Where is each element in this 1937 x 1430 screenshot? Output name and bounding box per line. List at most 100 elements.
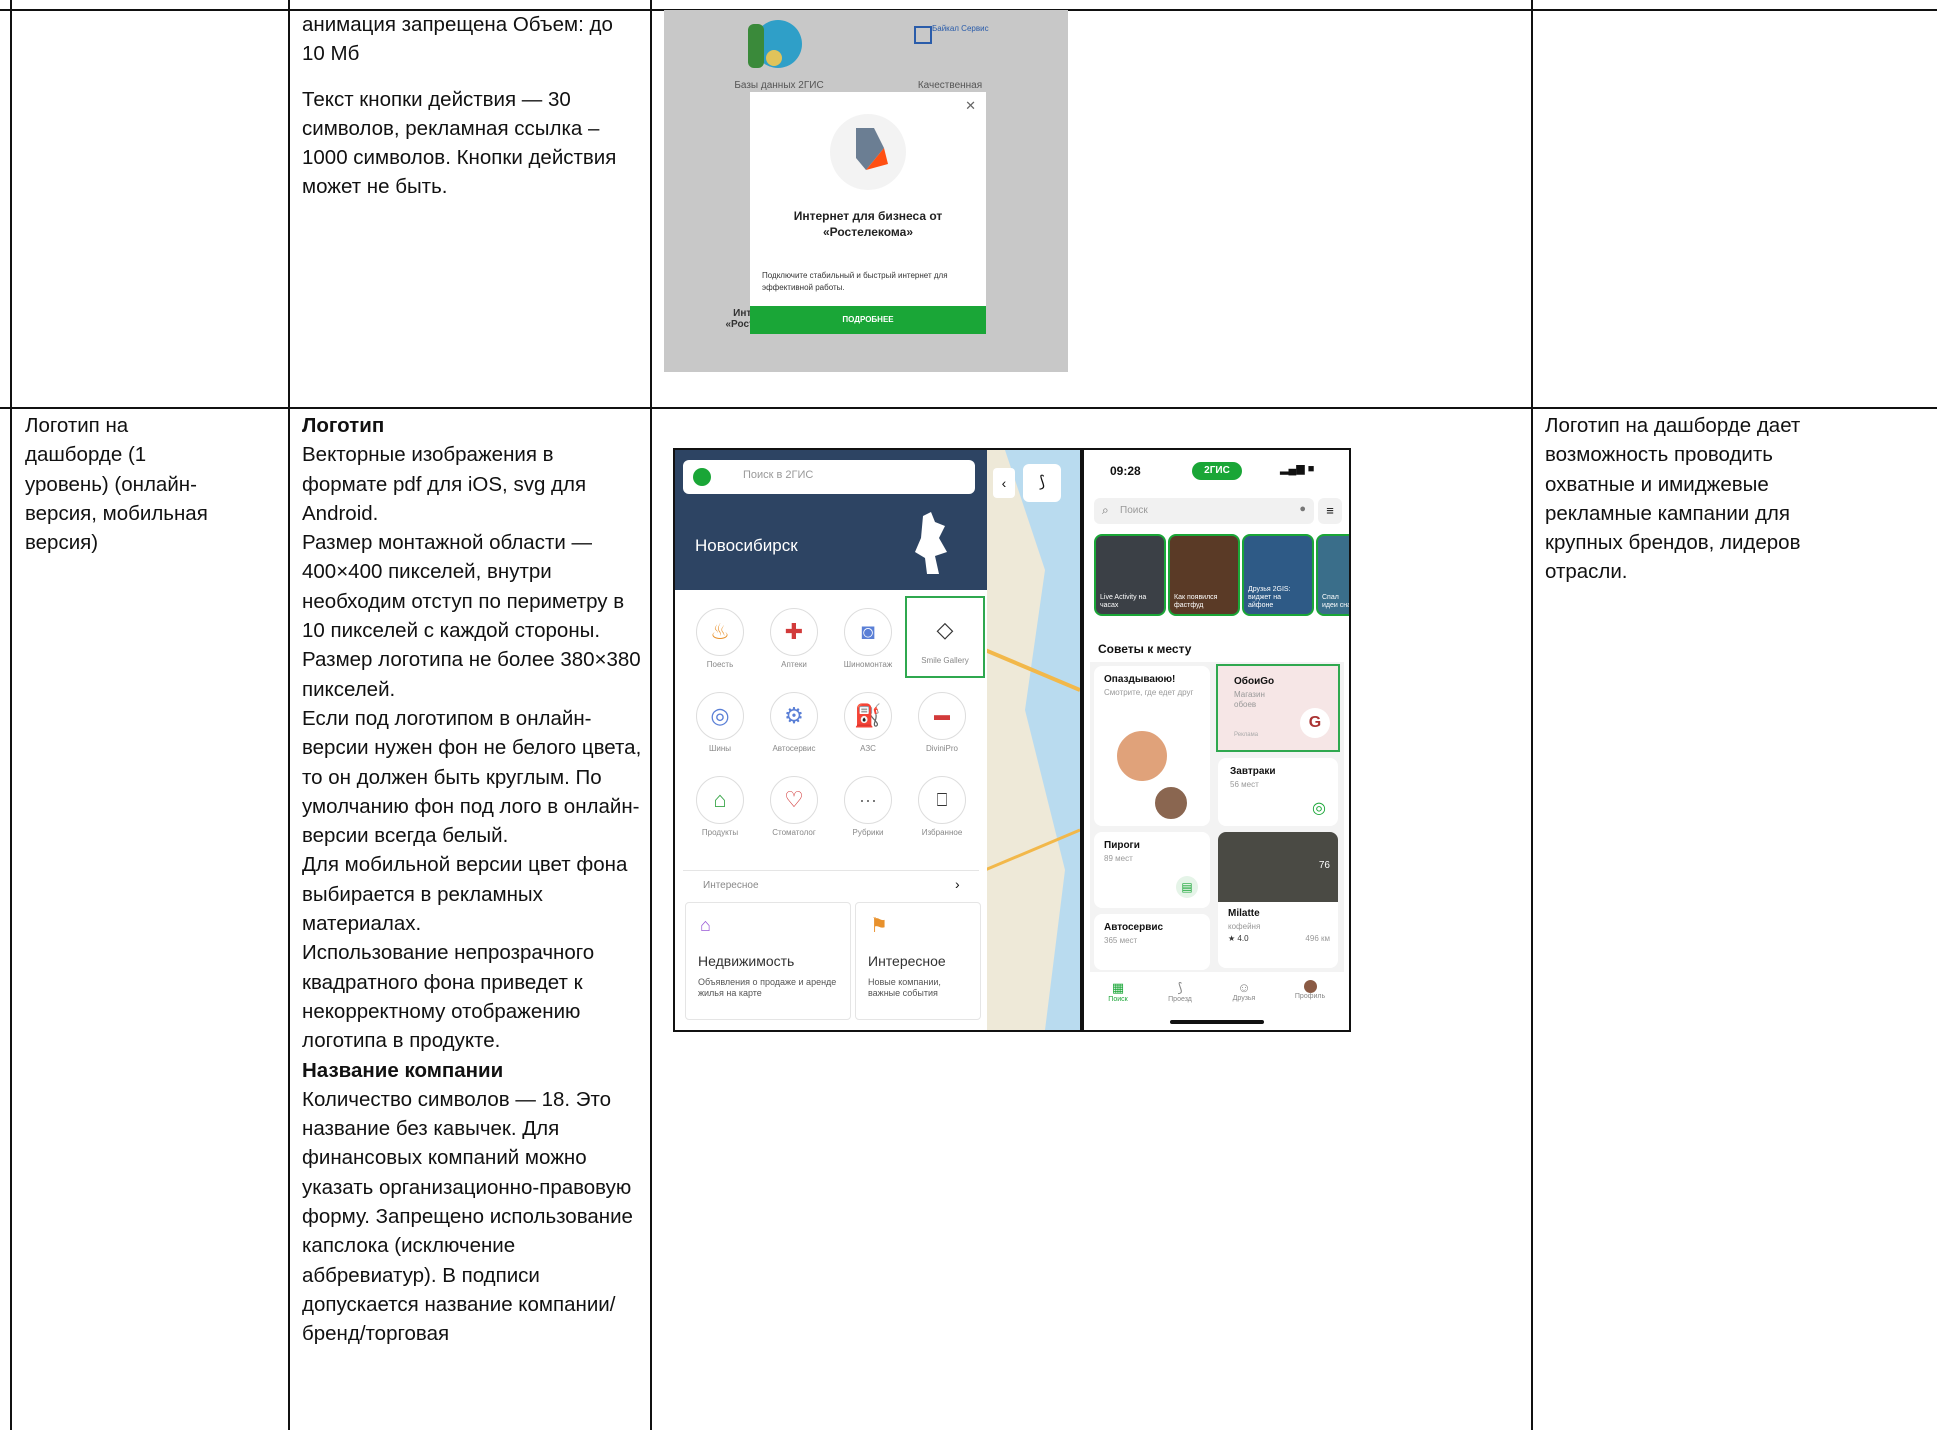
logo-req-5: Для мобильной версии цвет фона выбираетс… [302,853,628,936]
row1-requirements: анимация запрещена Объем: до 10 Мб Текст… [302,10,632,202]
category-item[interactable]: ✚ Аптеки [757,600,831,680]
story-item[interactable]: Спал идеи сна [1316,534,1351,616]
tab-route[interactable]: ⟆ Проезд [1160,980,1200,1003]
ad-label: Реклама [1234,732,1259,738]
category-item[interactable]: ··· Рубрики [831,768,905,848]
tire-icon: ◎ [696,692,744,740]
story-item[interactable]: Live Activity на часах [1094,534,1166,616]
search-bar[interactable]: ⌕ Поиск ● [1094,498,1314,524]
tile[interactable]: Пироги 89 мест ▤ [1094,832,1210,908]
story-label: Live Activity на часах [1100,594,1147,609]
city-header: Поиск в 2ГИС Новосибирск [675,450,987,590]
category-label: Шиномонтаж [843,660,893,669]
rating: ★ 4.0 [1228,934,1249,943]
tiles-area: Опаздываюю! Смотрите, где едет друг Обои… [1090,662,1344,972]
mobile-version-screenshot: 09:28 2ГИС ▂▄▆ ■ ⌕ Поиск ● ≡ Live Activi… [1082,448,1351,1032]
tile[interactable]: 76 Milatte кофейня ★ 4.0 496 км [1218,832,1338,968]
row2-description: Логотип на дашборде дает возможность про… [1545,414,1801,584]
tile-subtitle: 56 мест [1230,780,1259,789]
mic-icon[interactable]: ● [1299,503,1306,515]
chevron-right-icon[interactable]: › [955,876,960,892]
category-item[interactable]: ⛽ АЗС [831,684,905,764]
search-bar[interactable]: Поиск в 2ГИС [683,460,975,494]
story-label: Друзья 2GIS: виджет на айфоне [1248,586,1291,609]
table-border-col3 [1531,0,1533,1430]
divider [683,870,979,871]
status-icons: ▂▄▆ ■ [1280,463,1315,475]
home-icon: ⌂ [700,915,711,935]
city-name: Новосибирск [695,536,798,555]
search-input[interactable]: Поиск [1120,505,1148,516]
bear-emblem-icon [915,512,947,574]
route-button[interactable]: ⟆ [1023,464,1061,502]
ad-tile-highlighted[interactable]: ОбоиGo Магазин обоев Реклама G [1216,664,1340,752]
logo-req-4: Если под логотипом в онлайн-версии нужен… [302,706,642,848]
category-item[interactable]: ▬ DiviniPro [905,684,979,764]
tab-friends[interactable]: ☺ Друзья [1224,980,1264,1002]
baikal-logo-icon [914,26,932,44]
tab-search[interactable]: ▦ Поиск [1098,980,1138,1003]
tab-bar: ▦ Поиск ⟆ Проезд ☺ Друзья Профиль [1084,974,1349,1030]
search-icon: ⌕ [1102,503,1109,517]
category-label: Рубрики [852,828,884,837]
friends-icon: ☺ [1237,980,1251,995]
basket-icon: ⌂ [696,776,744,824]
interesting-label: Интересное [703,880,759,891]
story-item[interactable]: Как появился фастфуд [1168,534,1240,616]
tile[interactable]: Завтраки 56 мест ◎ [1218,758,1338,826]
tile-subtitle: кофейня [1228,922,1261,931]
tile-subtitle: Смотрите, где едет друг [1104,688,1194,697]
bg-item-2: Качественная [917,80,983,91]
online-version-screenshot: ‹ ⟆ Поиск в 2ГИС Новосибирск ♨ Поесть ✚ … [673,448,1082,1032]
category-label: Smile Gallery [921,656,969,665]
tab-profile[interactable]: Профиль [1288,980,1332,1000]
friend-avatar [1152,784,1190,822]
breakfast-icon: ◎ [1312,800,1326,817]
category-label: Автосервис [772,744,816,753]
info-card[interactable]: ⌂ Недвижимость Объявления о продаже и ар… [685,902,851,1020]
stories-row: Live Activity на часах Как появился фаст… [1094,534,1351,616]
category-item[interactable]: ⎕ Избранное [905,768,979,848]
tile[interactable]: Опаздываюю! Смотрите, где едет друг [1094,666,1210,826]
category-item[interactable]: ♡ Стоматолог [757,768,831,848]
tile-title: Завтраки [1230,766,1276,777]
category-item[interactable]: ⚙ Автосервис [757,684,831,764]
brand-name: Байкал Сервис [932,24,989,33]
search-input[interactable]: Поиск в 2ГИС [743,469,813,481]
tile[interactable]: Автосервис 365 мест [1094,914,1210,970]
details-button[interactable]: ПОДРОБНЕЕ [750,306,986,334]
map-back-button[interactable]: ‹ [993,468,1015,498]
section-title: Советы к месту [1098,642,1192,656]
category-item[interactable]: ◎ Шины [683,684,757,764]
table-border-row [0,407,1937,409]
category-item-highlighted[interactable]: ◇ Smile Gallery [905,596,985,678]
close-icon[interactable]: ✕ [965,98,976,114]
profile-avatar-icon [1303,980,1317,993]
tile-subtitle: Магазин обоев [1234,690,1265,709]
story-label: Спал идеи сна [1322,594,1351,609]
story-item[interactable]: Друзья 2GIS: виджет на айфоне [1242,534,1314,616]
info-card[interactable]: ⚑ Интересное Новые компании, важные собы… [855,902,981,1020]
table-border-col1 [288,0,290,1430]
category-label: АЗС [860,744,876,753]
category-label: Поесть [706,660,734,669]
friend-avatar [1114,728,1170,784]
map-background [985,450,1080,1030]
ad-modal: ✕ Интернет для бизнеса от «Ростелекома» … [750,92,986,334]
row1-text-1: анимация запрещена Объем: до 10 Мб [302,13,613,66]
table-border-col2 [650,0,652,1430]
card-description: Новые компании, важные события [868,977,941,998]
dashboard-panel: Поиск в 2ГИС Новосибирск ♨ Поесть ✚ Апте… [675,450,987,1030]
tab-label: Профиль [1294,993,1326,1000]
photo-count: 76 [1318,860,1330,871]
category-item[interactable]: ⌂ Продукты [683,768,757,848]
category-item[interactable]: ♨ Поесть [683,600,757,680]
menu-icon[interactable]: ≡ [1318,498,1342,524]
route-icon: ⟆ [1177,980,1183,995]
category-item[interactable]: ◙ Шиномонтаж [831,600,905,680]
status-time: 09:28 [1110,464,1141,478]
engine-icon: ⚙ [770,692,818,740]
grid-icon: ▦ [1111,980,1125,995]
logo-req-3: Размер логотипа не более 380×380 пикселе… [302,648,641,701]
tab-label: Поиск [1108,996,1128,1003]
